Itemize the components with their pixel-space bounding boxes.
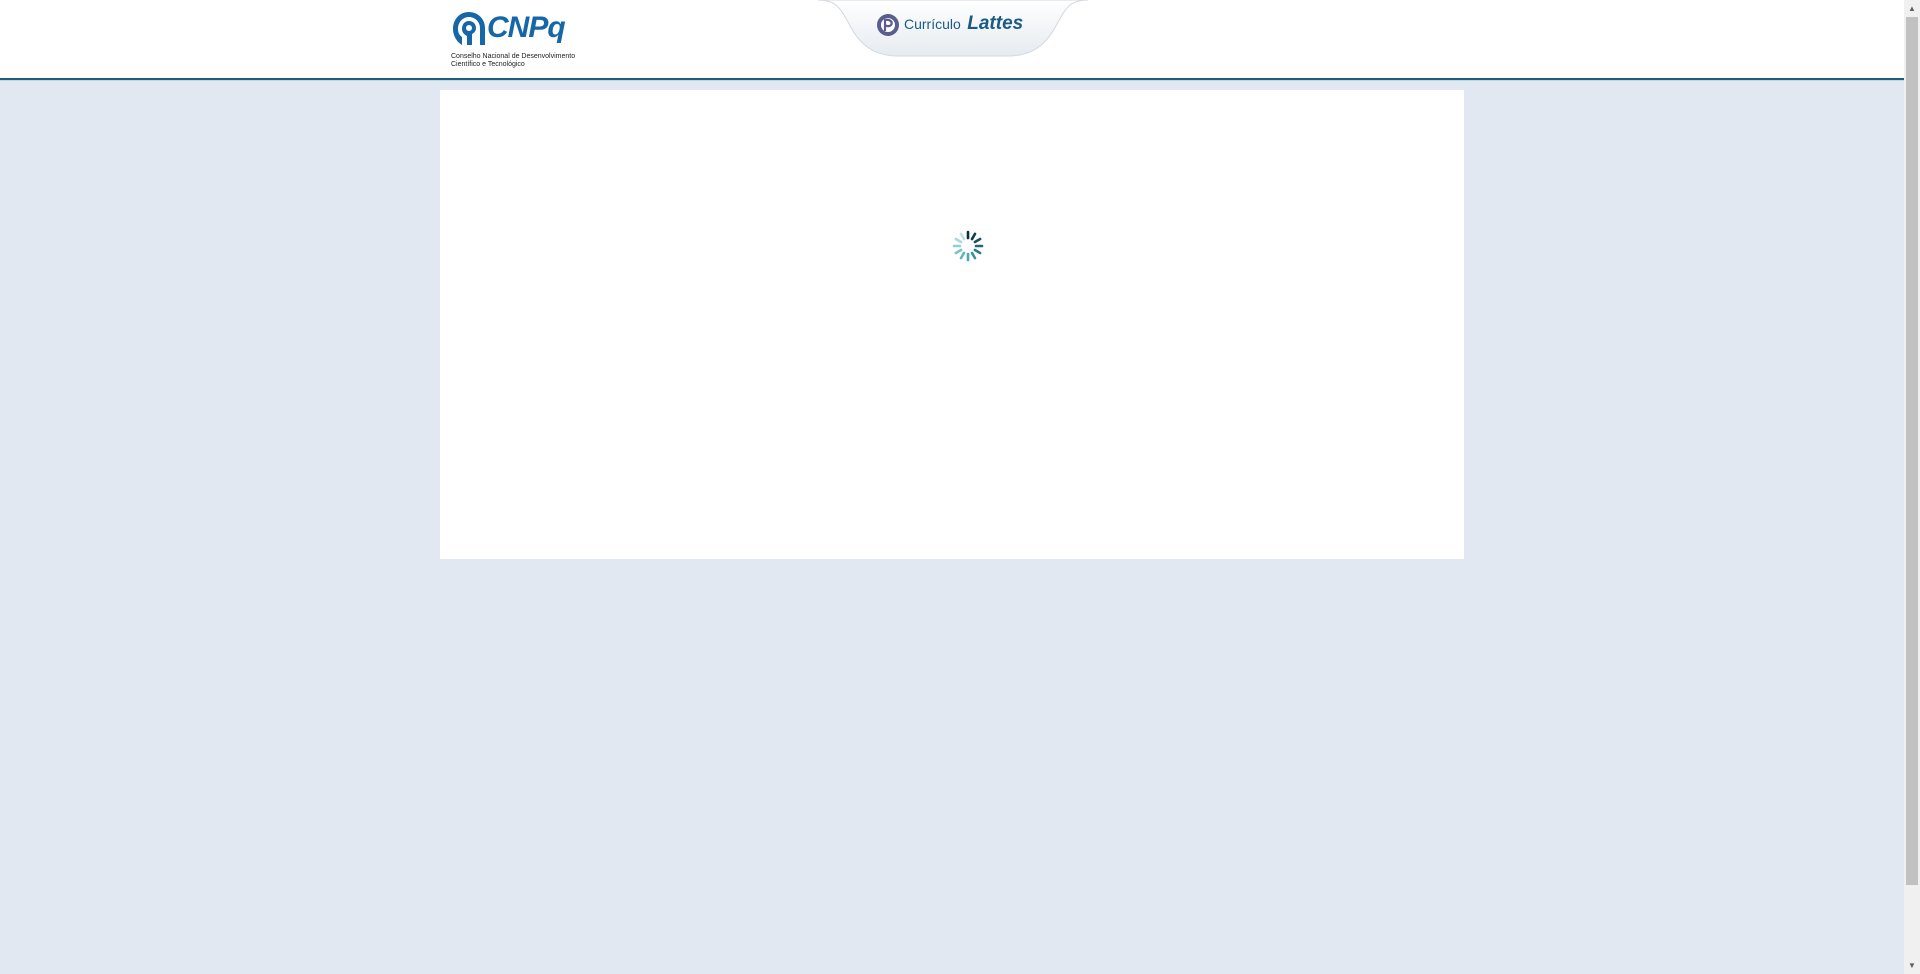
cnpq-head-icon [453,12,485,45]
header-divider [0,80,1904,81]
vertical-scrollbar[interactable]: ▲ ▼ [1904,0,1920,974]
tab-label-curriculo: Currículo [904,16,961,32]
page: CNPq Conselho Nacional de Desenvolviment… [0,0,1904,974]
curriculo-lattes-tab[interactable]: Currículo Lattes [818,0,1088,58]
tab-label-lattes: Lattes [967,13,1024,34]
scrollbar-thumb[interactable] [1906,17,1918,885]
loading-spinner-icon [952,230,984,262]
tab-label: Currículo Lattes [904,13,1023,35]
content-panel [440,90,1464,559]
scroll-up-arrow-icon[interactable]: ▲ [1904,0,1920,17]
lattes-icon [877,14,899,36]
cnpq-subtitle-line1: Conselho Nacional de Desenvolvimento [451,53,576,60]
cnpq-subtitle: Conselho Nacional de Desenvolvimento Cie… [451,53,581,69]
site-header: CNPq Conselho Nacional de Desenvolviment… [0,0,1904,80]
cnpq-subtitle-line2: Científico e Tecnológico [451,61,525,68]
scroll-down-arrow-icon[interactable]: ▼ [1904,957,1920,974]
cnpq-logo[interactable]: CNPq Conselho Nacional de Desenvolviment… [449,9,575,71]
cnpq-wordmark: CNPq [487,11,566,44]
